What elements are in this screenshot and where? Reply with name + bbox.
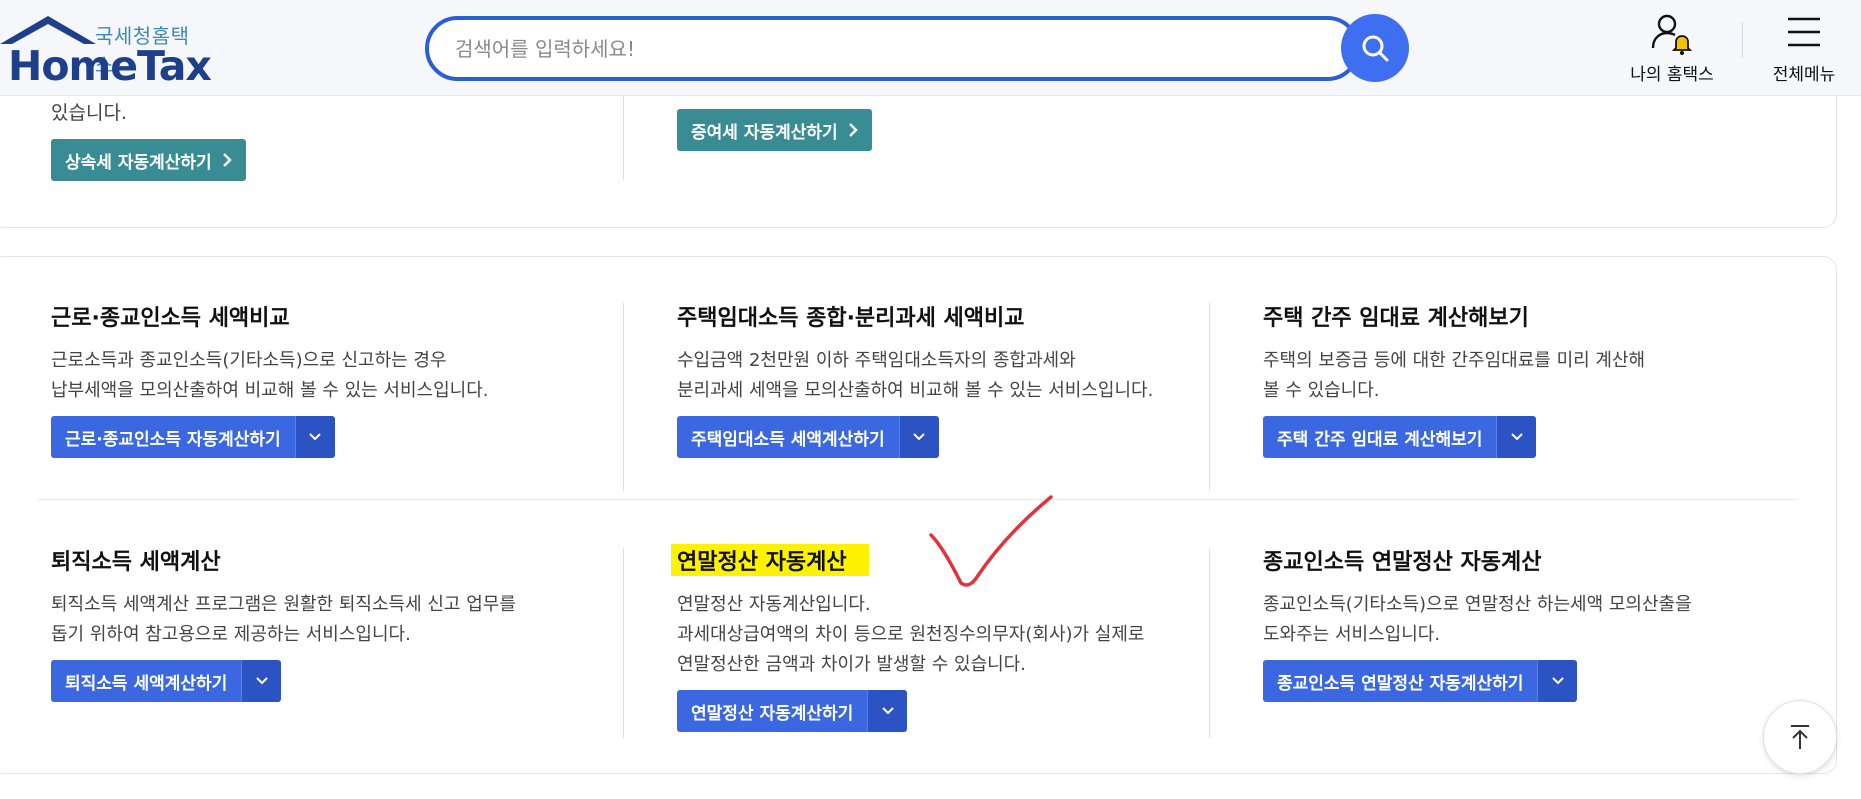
housing-rental-calc-button[interactable]: 주택임대소득 세액계산하기 [677, 416, 939, 458]
item-title: 근로·종교인소득 세액비교 [51, 306, 290, 331]
hometax-logo[interactable]: 국세청홈택스 HomeTax [0, 14, 212, 90]
earned-religious-calc-label: 근로·종교인소득 자동계산하기 [51, 416, 295, 458]
arrow-up-icon [1791, 725, 1809, 749]
column-divider [1209, 303, 1210, 491]
earned-religious-calc-button[interactable]: 근로·종교인소득 자동계산하기 [51, 416, 335, 458]
chevron-down-icon[interactable] [867, 690, 908, 732]
item-desc-line: 돕기 위하여 참고용으로 제공하는 서비스입니다. [51, 624, 411, 645]
chevron-down-icon[interactable] [898, 416, 939, 458]
inheritance-tax-calc-button[interactable]: 상속세 자동계산하기 [51, 139, 246, 181]
retirement-calc-button[interactable]: 퇴직소득 세액계산하기 [51, 660, 282, 702]
red-checkmark-annotation [929, 495, 1053, 587]
chevron-down-icon[interactable] [1496, 416, 1537, 458]
item-title: 퇴직소득 세액계산 [51, 550, 221, 575]
chevron-right-icon [848, 123, 858, 137]
search-input[interactable] [455, 34, 1285, 64]
item-desc-line: 주택의 보증금 등에 대한 간주임대료를 미리 계산해 [1263, 350, 1646, 371]
header-divider [1742, 22, 1743, 58]
column-divider [623, 548, 624, 738]
scroll-top-button[interactable] [1763, 700, 1837, 774]
page: 국세청홈택스 HomeTax 나의 홈택스 [0, 0, 1861, 799]
item-desc-line: 수입금액 2천만원 이하 주택임대소득자의 종합과세와 [677, 350, 1076, 371]
chevron-right-icon [222, 153, 232, 167]
inheritance-tax-calc-label: 상속세 자동계산하기 [65, 152, 212, 173]
item-desc-line: 근로소득과 종교인소득(기타소득)으로 신고하는 경우 [51, 350, 447, 371]
deemed-rent-calc-label: 주택 간주 임대료 계산해보기 [1263, 416, 1497, 458]
retirement-calc-label: 퇴직소득 세액계산하기 [51, 660, 242, 702]
column-divider [623, 96, 624, 180]
year-end-settlement-calc-button[interactable]: 연말정산 자동계산하기 [677, 690, 908, 732]
item-desc-line: 볼 수 있습니다. [1263, 380, 1380, 401]
item-title: 종교인소득 연말정산 자동계산 [1263, 550, 1542, 575]
item-desc-line: 연말정산한 금액과 차이가 발생할 수 있습니다. [677, 654, 1026, 675]
religious-settlement-calc-label: 종교인소득 연말정산 자동계산하기 [1263, 660, 1538, 702]
item-desc-line: 연말정산 자동계산입니다. [677, 594, 871, 615]
item-title: 주택임대소득 종합·분리과세 세액비교 [677, 306, 1025, 331]
item-desc-line: 과세대상급여액의 차이 등으로 원천징수의무자(회사)가 실제로 [677, 624, 1145, 645]
column-divider [1209, 548, 1210, 738]
user-bell-icon [1651, 14, 1693, 55]
housing-rental-calc-label: 주택임대소득 세액계산하기 [677, 416, 899, 458]
religious-settlement-calc-button[interactable]: 종교인소득 연말정산 자동계산하기 [1263, 660, 1578, 702]
all-menu-button[interactable]: 전체메뉴 [1762, 10, 1846, 85]
hamburger-menu-icon [1788, 17, 1820, 47]
row-divider [38, 499, 1796, 500]
item-desc-line: 종교인소득(기타소득)으로 연말정산 하는세액 모의산출을 [1263, 594, 1692, 615]
header: 국세청홈택스 HomeTax 나의 홈택스 [0, 0, 1861, 96]
search-button[interactable] [1341, 14, 1409, 82]
item-desc-line: 납부세액을 모의산출하여 비교해 볼 수 있는 서비스입니다. [51, 380, 489, 401]
my-hometax-button[interactable]: 나의 홈택스 [1622, 10, 1722, 85]
deemed-rent-calc-button[interactable]: 주택 간주 임대료 계산해보기 [1263, 416, 1537, 458]
inheritance-desc-fragment: 있습니다. [51, 102, 127, 124]
item-desc-line: 분리과세 세액을 모의산출하여 비교해 볼 수 있는 서비스입니다. [677, 380, 1154, 401]
all-menu-label: 전체메뉴 [1772, 65, 1836, 85]
chevron-down-icon[interactable] [1537, 660, 1578, 702]
chevron-down-icon[interactable] [241, 660, 282, 702]
gift-tax-calc-button[interactable]: 증여세 자동계산하기 [677, 109, 872, 151]
chevron-down-icon[interactable] [294, 416, 335, 458]
search-icon [1362, 35, 1389, 62]
item-title-highlighted: 연말정산 자동계산 [671, 544, 869, 576]
year-end-settlement-calc-label: 연말정산 자동계산하기 [677, 690, 868, 732]
item-desc-line: 퇴직소득 세액계산 프로그램은 원활한 퇴직소득세 신고 업무를 [51, 594, 516, 615]
gift-tax-calc-label: 증여세 자동계산하기 [691, 122, 838, 143]
item-desc-line: 도와주는 서비스입니다. [1263, 624, 1441, 645]
item-title: 주택 간주 임대료 계산해보기 [1263, 306, 1529, 331]
search-box [425, 16, 1360, 81]
my-hometax-label: 나의 홈택스 [1630, 65, 1714, 85]
logo-title: HomeTax [8, 42, 212, 90]
column-divider [623, 303, 624, 491]
